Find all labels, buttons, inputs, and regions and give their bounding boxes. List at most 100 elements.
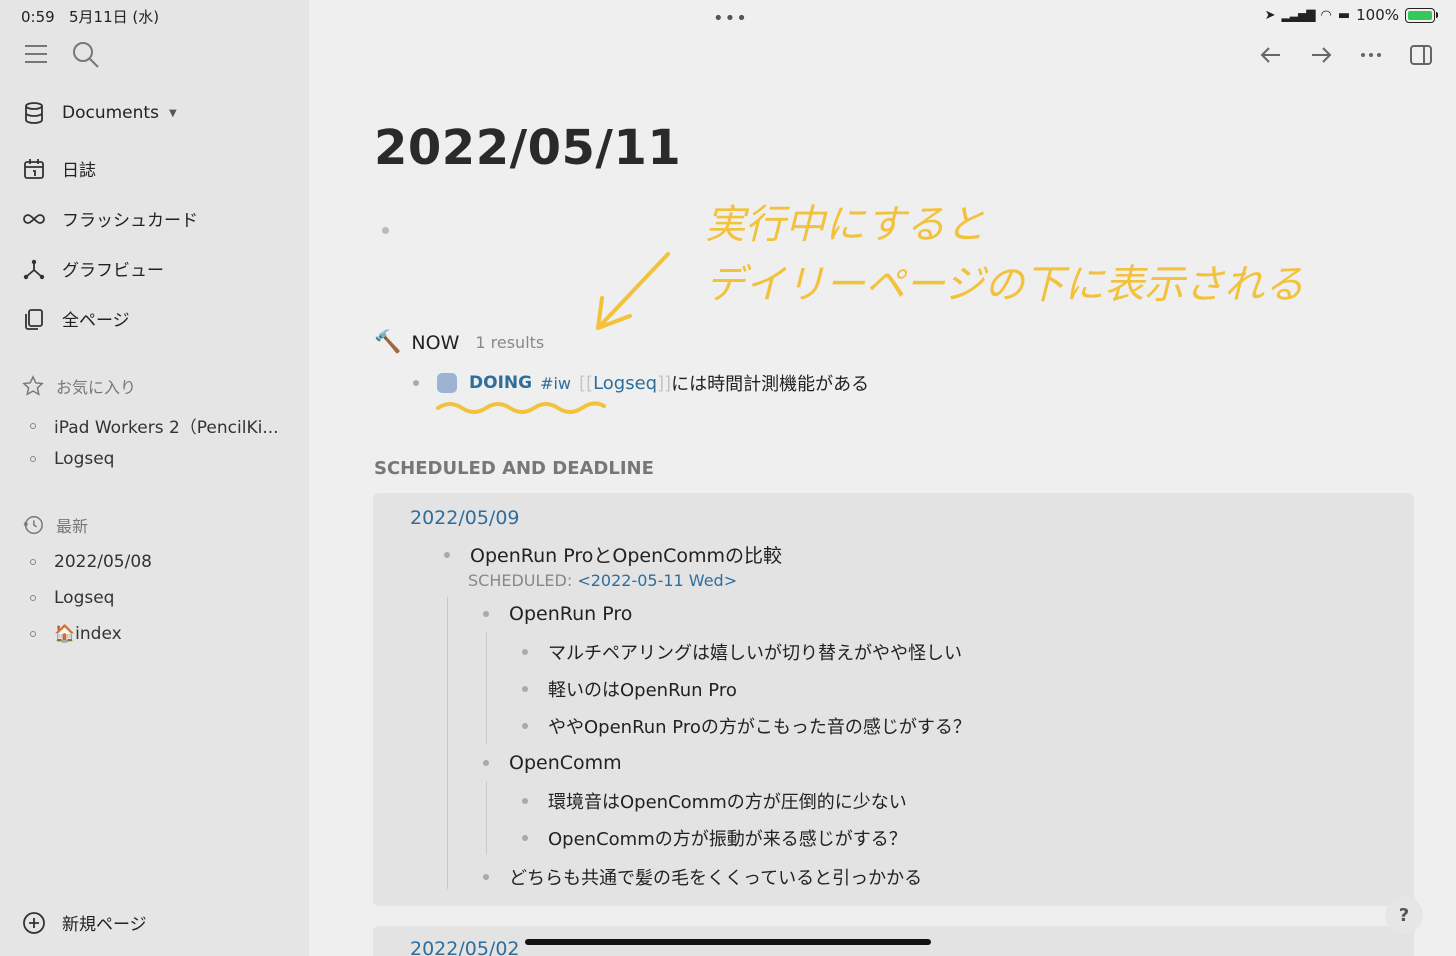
block-item[interactable]: OpenCommの方が振動が来る感じがする？ (522, 825, 907, 851)
favorite-item[interactable]: Logseq (30, 449, 114, 469)
car-icon: ▬ (1337, 7, 1351, 23)
nav-documents-label: Documents (62, 103, 159, 123)
scheduled-date-link[interactable]: 2022/05/02 (410, 938, 520, 956)
recent-header[interactable]: 最新 (22, 513, 88, 537)
block-item[interactable]: 軽いのはOpenRun Pro (522, 676, 737, 702)
status-time: 0:59 5月11日 (水) (21, 8, 160, 26)
left-sidebar: 0:59 5月11日 (水) Documents ▼ 日誌 フラッシュカード グ… (0, 0, 309, 956)
block-item[interactable]: 環境音はOpenCommの方が圧倒的に少ない (522, 788, 907, 814)
block-text: 軽いのはOpenRun Pro (548, 680, 737, 701)
block-bullet[interactable] (522, 798, 528, 804)
page-title[interactable]: 2022/05/11 (374, 120, 681, 176)
tree-guide-line (486, 632, 487, 744)
block-text: OpenRun ProとOpenCommの比較 (470, 545, 783, 567)
block-text: 環境音はOpenCommの方が圧倒的に少ない (548, 792, 907, 813)
scheduled-section-title[interactable]: SCHEDULED AND DEADLINE (374, 458, 654, 479)
hammer-icon: 🔨 (374, 330, 402, 355)
scheduled-label: SCHEDULED: (468, 571, 573, 590)
menu-icon[interactable] (24, 44, 48, 64)
block-text: ややOpenRun Proの方がこもった音の感じがする？ (548, 717, 971, 738)
now-query-header[interactable]: 🔨 NOW 1 results (374, 330, 544, 355)
favorites-title: お気に入り (56, 378, 137, 397)
recent-item[interactable]: 🏠index (30, 624, 122, 644)
favorite-label: Logseq (54, 449, 115, 469)
block-bullet[interactable] (522, 723, 528, 729)
recent-label: 2022/05/08 (54, 552, 152, 572)
favorite-item[interactable]: iPad Workers 2（PencilKi... (30, 413, 279, 438)
recent-title: 最新 (56, 517, 89, 536)
task-checkbox[interactable] (437, 373, 457, 393)
favorites-header[interactable]: お気に入り (22, 374, 136, 398)
now-label: NOW (411, 331, 460, 354)
block-text: OpenComm (509, 752, 622, 774)
block-bullet[interactable] (522, 835, 528, 841)
favorite-label: iPad Workers 2（PencilKi... (54, 418, 279, 438)
bullet-icon (30, 456, 36, 462)
tag-link[interactable]: #iw (540, 374, 571, 393)
signal-icon: ▂▃▅▇ (1281, 8, 1316, 22)
handwritten-arrow (596, 252, 670, 330)
tree-guide-line (486, 781, 487, 855)
wifi-icon: ◠ (1320, 7, 1332, 23)
bullet-icon (30, 595, 36, 601)
infinity-icon (23, 213, 45, 224)
nav-journals[interactable]: 日誌 (22, 156, 96, 181)
bullet-icon (30, 631, 36, 637)
search-icon[interactable] (72, 41, 100, 69)
link-bracket-open: [[ (579, 372, 594, 394)
forward-arrow-icon[interactable] (1308, 42, 1334, 68)
nav-flashcards[interactable]: フラッシュカード (22, 206, 198, 231)
block-bullet[interactable] (444, 551, 450, 558)
tree-guide-line (447, 597, 448, 889)
recent-item[interactable]: Logseq (30, 588, 114, 608)
block-item[interactable]: どちらも共通で髪の毛をくくっていると引っかかる (483, 864, 922, 890)
history-icon (23, 516, 43, 534)
block-item[interactable]: OpenRun Pro (483, 603, 632, 625)
block-bullet[interactable] (483, 874, 489, 880)
home-indicator[interactable] (525, 939, 931, 945)
pages-icon (25, 308, 43, 330)
nav-graph-view-label: グラフビュー (62, 261, 164, 281)
task-text: には時間計測機能がある (671, 374, 870, 395)
block-bullet[interactable] (413, 380, 419, 386)
nav-all-pages[interactable]: 全ページ (22, 306, 130, 331)
block-item[interactable]: ややOpenRun Proの方がこもった音の感じがする？ (522, 713, 971, 739)
scheduled-date-link[interactable]: 2022/05/09 (410, 507, 520, 529)
status-indicators: ➤ ▂▃▅▇ ◠ ▬ 100% (1265, 6, 1438, 24)
nav-journals-label: 日誌 (62, 161, 96, 181)
block-text: OpenRun Pro (509, 603, 633, 625)
block-bullet[interactable] (522, 649, 528, 655)
nav-documents[interactable]: Documents ▼ (22, 101, 177, 125)
new-page-button[interactable]: 新規ページ (22, 910, 147, 935)
scheduled-property: SCHEDULED: <2022-05-11 Wed> (468, 571, 737, 590)
block-bullet[interactable] (483, 611, 489, 617)
handwritten-annotation-line2: デイリーページの下に表示される (705, 262, 1305, 308)
more-icon[interactable] (1358, 42, 1384, 68)
nav-flashcards-label: フラッシュカード (62, 211, 198, 231)
now-task-block[interactable]: DOING #iw [[ Logseq ]] には時間計測機能がある (413, 370, 869, 396)
plus-circle-icon (23, 911, 45, 934)
new-page-label: 新規ページ (62, 915, 147, 935)
right-sidebar-toggle-icon[interactable] (1408, 42, 1434, 68)
empty-block-bullet[interactable] (382, 227, 389, 234)
star-icon (22, 375, 44, 396)
scheduled-date-value[interactable]: <2022-05-11 Wed> (577, 571, 737, 590)
back-arrow-icon[interactable] (1258, 42, 1284, 68)
now-results-count: 1 results (475, 333, 545, 352)
location-icon: ➤ (1264, 7, 1276, 23)
bullet-icon (30, 559, 36, 565)
calendar-icon (24, 158, 44, 179)
block-bullet[interactable] (483, 760, 489, 766)
recent-item[interactable]: 2022/05/08 (30, 552, 152, 572)
nav-graph-view[interactable]: グラフビュー (22, 256, 164, 281)
block-item[interactable]: マルチペアリングは嬉しいが切り替えがやや怪しい (522, 639, 962, 665)
block-item[interactable]: OpenComm (483, 752, 622, 774)
task-marker-doing[interactable]: DOING (469, 373, 532, 393)
help-button[interactable]: ? (1385, 896, 1423, 934)
block-bullet[interactable] (522, 686, 528, 692)
page-link-logseq[interactable]: Logseq (593, 373, 657, 394)
multitask-dots-icon[interactable]: ••• (713, 8, 748, 29)
battery-icon (1405, 7, 1435, 23)
block-text: OpenCommの方が振動が来る感じがする？ (548, 829, 907, 850)
block-item[interactable]: OpenRun ProとOpenCommの比較 (444, 541, 782, 568)
